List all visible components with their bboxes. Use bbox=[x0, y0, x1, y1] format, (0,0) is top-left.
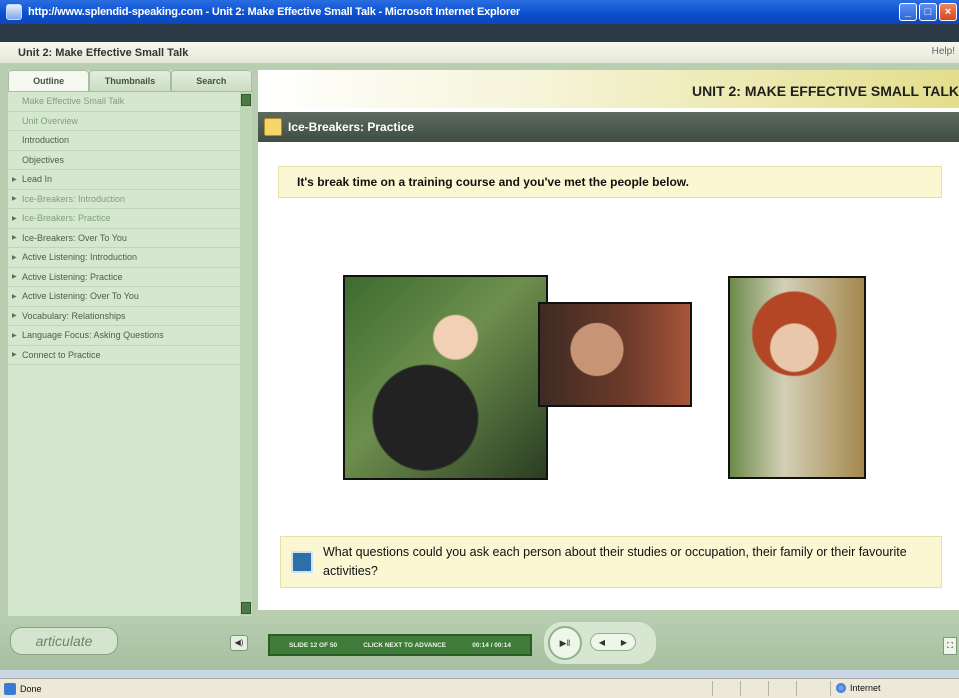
advance-hint: CLICK NEXT TO ADVANCE bbox=[363, 641, 447, 649]
close-button[interactable]: × bbox=[939, 3, 957, 21]
play-pause-button[interactable]: ▶‖ bbox=[548, 626, 582, 660]
scroll-up-button[interactable] bbox=[241, 94, 251, 106]
outline-item[interactable]: ▶ Active Listening: Practice bbox=[8, 268, 240, 287]
progress-bar[interactable]: SLIDE 12 OF 50 CLICK NEXT TO ADVANCE 00:… bbox=[268, 634, 532, 656]
question-text: What questions could you ask each person… bbox=[323, 545, 907, 578]
outline-scrollbar[interactable] bbox=[240, 92, 252, 616]
outline-item[interactable]: Make Effective Small Talk bbox=[8, 92, 240, 112]
window-titlebar[interactable]: http://www.splendid-speaking.com - Unit … bbox=[0, 0, 959, 24]
outline-item[interactable]: ▶ Active Listening: Introduction bbox=[8, 248, 240, 268]
outline-item[interactable]: ▶ Ice-Breakers: Introduction bbox=[8, 190, 240, 209]
internet-explorer-icon bbox=[6, 4, 22, 20]
status-separator bbox=[768, 681, 769, 696]
prev-slide-button[interactable]: ◀ bbox=[599, 638, 605, 647]
tab-outline[interactable]: Outline bbox=[8, 70, 90, 92]
outline-item[interactable]: Unit Overview bbox=[8, 112, 240, 131]
slide-nav-buttons: ◀ ▶ bbox=[590, 633, 636, 651]
expand-arrow-icon: ▶ bbox=[12, 274, 17, 281]
outline-item-label: Lead In bbox=[22, 174, 53, 185]
outline-item-label: Connect to Practice bbox=[22, 349, 101, 360]
outline-item-label: Active Listening: Over To You bbox=[22, 291, 139, 302]
outline-item-label: Active Listening: Introduction bbox=[22, 252, 138, 263]
prompt-box: It's break time on a training course and… bbox=[278, 166, 942, 198]
slide-content: UNIT 2: MAKE EFFECTIVE SMALL TALK Ice-Br… bbox=[258, 70, 959, 610]
expand-arrow-icon: ▶ bbox=[12, 352, 17, 359]
help-link[interactable]: Help! bbox=[932, 46, 955, 57]
course-title-bar: Unit 2: Make Effective Small Talk Help! bbox=[0, 42, 959, 64]
outline-item[interactable]: ▶ Language Focus: Asking Questions bbox=[8, 326, 240, 346]
outline-item[interactable]: ▶ Active Listening: Over To You bbox=[8, 287, 240, 307]
outline-item[interactable]: ▶ Lead In bbox=[8, 170, 240, 190]
question-box: What questions could you ask each person… bbox=[280, 536, 942, 588]
outline-list: Make Effective Small Talk Unit Overview In… bbox=[8, 92, 240, 616]
outline-item[interactable]: ▶ Connect to Practice bbox=[8, 346, 240, 365]
course-header-strip bbox=[0, 24, 959, 42]
outline-item-label: Language Focus: Asking Questions bbox=[22, 330, 164, 341]
expand-arrow-icon: ▶ bbox=[12, 215, 17, 222]
zone-label: Internet bbox=[850, 683, 881, 693]
section-icon bbox=[264, 118, 282, 136]
outline-item[interactable]: ▶ Ice-Breakers: Over To You bbox=[8, 229, 240, 248]
outline-item[interactable]: Introduction bbox=[8, 131, 240, 151]
status-separator bbox=[796, 681, 797, 696]
status-separator bbox=[830, 681, 831, 696]
expand-arrow-icon: ▶ bbox=[12, 196, 17, 203]
player-bar: articulate ◀) SLIDE 12 OF 50 CLICK NEXT … bbox=[0, 616, 959, 670]
prompt-text: It's break time on a training course and… bbox=[297, 175, 690, 189]
expand-arrow-icon: ▶ bbox=[12, 254, 17, 261]
window-title: http://www.splendid-speaking.com - Unit … bbox=[28, 6, 520, 18]
outline-item-label: Objectives bbox=[22, 154, 65, 165]
status-text: Done bbox=[20, 683, 42, 694]
outline-item-label: Unit Overview bbox=[22, 115, 79, 126]
next-slide-button[interactable]: ▶ bbox=[621, 638, 627, 647]
person-photo-redhead bbox=[728, 276, 866, 479]
expand-arrow-icon: ▶ bbox=[12, 313, 17, 320]
time-display: 00:14 / 00:14 bbox=[472, 641, 511, 649]
slide-header: UNIT 2: MAKE EFFECTIVE SMALL TALK bbox=[258, 70, 959, 108]
maximize-button[interactable]: □ bbox=[919, 3, 937, 21]
outline-item-label: Ice-Breakers: Introduction bbox=[22, 193, 126, 204]
fullscreen-icon[interactable]: ⛶ bbox=[943, 637, 957, 655]
outline-item-label: Make Effective Small Talk bbox=[22, 96, 125, 107]
globe-icon bbox=[836, 683, 846, 693]
window-controls: _ □ × bbox=[899, 3, 957, 21]
tab-thumbnails[interactable]: Thumbnails bbox=[89, 70, 171, 92]
expand-arrow-icon: ▶ bbox=[12, 293, 17, 300]
status-separator bbox=[712, 681, 713, 696]
course-title: Unit 2: Make Effective Small Talk bbox=[18, 46, 189, 59]
expand-arrow-icon: ▶ bbox=[12, 235, 17, 242]
section-bar: Ice-Breakers: Practice bbox=[258, 112, 959, 142]
status-bar: Done Internet bbox=[0, 678, 959, 698]
sidebar-tabs: Outline Thumbnails Search bbox=[8, 70, 252, 92]
outline-item-label: Ice-Breakers: Practice bbox=[22, 213, 111, 224]
outline-item-label: Ice-Breakers: Over To You bbox=[22, 232, 127, 243]
outline-item[interactable]: Objectives bbox=[8, 151, 240, 170]
outline-item-label: Vocabulary: Relationships bbox=[22, 310, 126, 321]
minimize-button[interactable]: _ bbox=[899, 3, 917, 21]
expand-arrow-icon: ▶ bbox=[12, 332, 17, 339]
slide-counter: SLIDE 12 OF 50 bbox=[289, 641, 338, 649]
screen: http://www.splendid-speaking.com - Unit … bbox=[0, 0, 959, 698]
outline-item-label: Introduction bbox=[22, 135, 70, 146]
unit-title: UNIT 2: MAKE EFFECTIVE SMALL TALK bbox=[691, 83, 959, 99]
person-photo-woman bbox=[538, 302, 692, 407]
scroll-down-button[interactable] bbox=[241, 602, 251, 614]
section-title: Ice-Breakers: Practice bbox=[288, 120, 415, 134]
articulate-logo: articulate bbox=[10, 627, 118, 655]
volume-icon[interactable]: ◀) bbox=[230, 635, 248, 651]
person-photo-man bbox=[343, 275, 548, 480]
outline-item-label: Active Listening: Practice bbox=[22, 271, 123, 282]
tab-search[interactable]: Search bbox=[170, 70, 252, 92]
page-icon bbox=[4, 682, 16, 695]
outline-item[interactable]: ▶ Vocabulary: Relationships bbox=[8, 307, 240, 326]
expand-arrow-icon: ▶ bbox=[12, 176, 17, 183]
sidebar: Outline Thumbnails Search Make Effective… bbox=[8, 70, 252, 616]
status-separator bbox=[740, 681, 741, 696]
security-zone: Internet bbox=[836, 683, 881, 693]
note-icon bbox=[291, 551, 313, 573]
outline-item[interactable]: ▶ Ice-Breakers: Practice bbox=[8, 209, 240, 229]
